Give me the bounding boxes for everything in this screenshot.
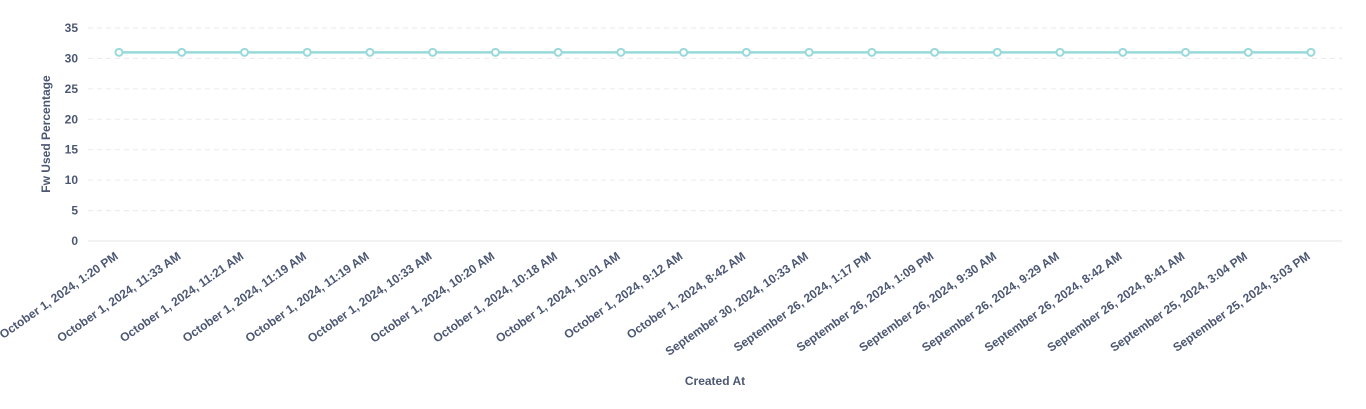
x-tick-label: October 1, 2024, 10:18 AM <box>430 249 560 346</box>
data-point[interactable] <box>1055 47 1065 57</box>
data-point[interactable] <box>365 47 375 57</box>
grid-lines <box>88 27 1342 242</box>
data-point[interactable] <box>177 47 187 57</box>
y-tick-label: 0 <box>71 234 78 248</box>
data-point[interactable] <box>1181 47 1191 57</box>
x-axis-ticks: October 1, 2024, 1:20 PMOctober 1, 2024,… <box>0 249 1313 359</box>
data-point[interactable] <box>490 47 500 57</box>
x-tick-label: October 1, 2024, 8:42 AM <box>624 249 748 342</box>
data-point[interactable] <box>239 47 249 57</box>
y-tick-label: 30 <box>65 51 79 65</box>
y-tick-label: 25 <box>65 82 79 96</box>
line-chart: 05101520253035 October 1, 2024, 1:20 PMO… <box>0 21 1342 388</box>
y-tick-label: 15 <box>65 143 79 157</box>
data-point[interactable] <box>804 47 814 57</box>
x-tick-label: October 1, 2024, 10:33 AM <box>305 249 435 346</box>
x-tick-label: October 1, 2024, 1:20 PM <box>0 249 121 342</box>
x-tick-label: October 1, 2024, 11:19 AM <box>180 249 309 345</box>
y-tick-label: 20 <box>65 112 79 126</box>
data-point[interactable] <box>1118 47 1128 57</box>
x-tick-label: October 1, 2024, 10:01 AM <box>493 249 623 346</box>
y-tick-label: 10 <box>65 173 79 187</box>
data-point[interactable] <box>679 47 689 57</box>
data-point[interactable] <box>553 47 563 57</box>
x-tick-label: October 1, 2024, 10:20 AM <box>368 249 498 346</box>
x-axis-title: Created At <box>685 374 745 388</box>
data-point[interactable] <box>428 47 438 57</box>
data-point[interactable] <box>867 47 877 57</box>
data-point[interactable] <box>302 47 312 57</box>
data-point[interactable] <box>741 47 751 57</box>
data-point[interactable] <box>114 47 124 57</box>
y-tick-label: 35 <box>65 21 79 35</box>
data-point[interactable] <box>992 47 1002 57</box>
data-point[interactable] <box>616 47 626 57</box>
x-tick-label: October 1, 2024, 11:33 AM <box>54 249 183 345</box>
y-tick-label: 5 <box>71 204 78 218</box>
y-axis-title: Fw Used Percentage <box>39 75 53 193</box>
data-point[interactable] <box>1306 47 1316 57</box>
x-tick-label: October 1, 2024, 9:12 AM <box>561 249 685 342</box>
data-point[interactable] <box>1243 47 1253 57</box>
x-tick-label: October 1, 2024, 11:21 AM <box>117 249 246 345</box>
y-axis-ticks: 0 5 10 15 20 25 30 35 <box>65 21 79 248</box>
x-tick-label: October 1, 2024, 11:19 AM <box>243 249 372 345</box>
data-point[interactable] <box>930 47 940 57</box>
